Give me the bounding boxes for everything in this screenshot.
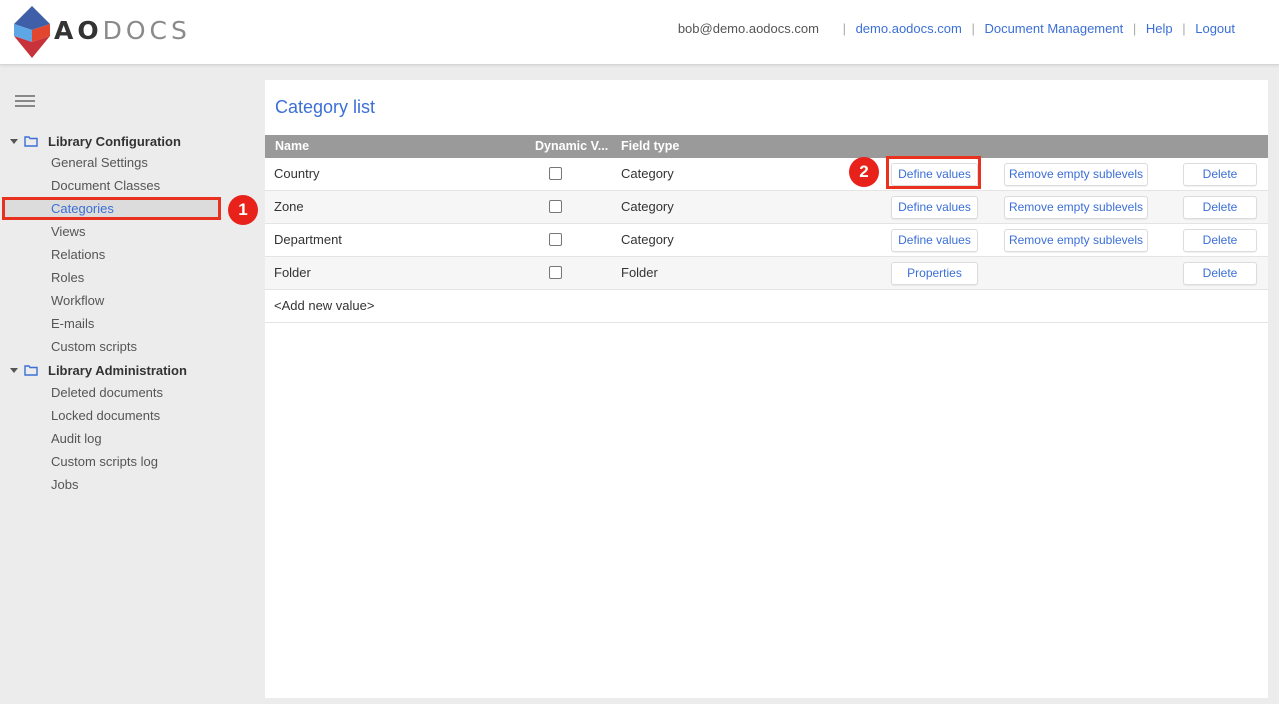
column-header-field-type[interactable]: Field type (621, 139, 679, 153)
column-header-dynamic[interactable]: Dynamic V... (535, 139, 608, 153)
logout-link[interactable]: Logout (1195, 21, 1235, 36)
sidebar-item-locked-documents[interactable]: Locked documents (51, 406, 160, 426)
section-library-configuration[interactable]: Library Configuration (10, 131, 181, 151)
row-name: Department (274, 232, 342, 247)
table-row: Zone Category Define values Remove empty… (265, 191, 1268, 224)
sidebar-item-custom-scripts-log[interactable]: Custom scripts log (51, 452, 158, 472)
folder-icon (24, 364, 38, 376)
help-link[interactable]: Help (1146, 21, 1173, 36)
annotation-badge-2: 2 (849, 157, 879, 187)
top-links: bob@demo.aodocs.com | demo.aodocs.com | … (677, 21, 1235, 36)
row-field-type: Category (621, 166, 674, 181)
dynamic-checkbox[interactable] (549, 167, 562, 180)
user-email: bob@demo.aodocs.com (677, 21, 819, 36)
caret-down-icon (10, 138, 18, 144)
sidebar-item-categories[interactable]: Categories (51, 199, 114, 219)
sidebar-item-jobs[interactable]: Jobs (51, 475, 78, 495)
delete-button[interactable]: Delete (1183, 196, 1257, 219)
caret-down-icon (10, 367, 18, 373)
logo-wordmark: AODOCS (54, 16, 191, 45)
row-field-type: Category (621, 232, 674, 247)
sidebar: Library Configuration General Settings D… (0, 65, 258, 704)
properties-button[interactable]: Properties (891, 262, 978, 285)
dynamic-checkbox[interactable] (549, 266, 562, 279)
delete-button[interactable]: Delete (1183, 229, 1257, 252)
define-values-button[interactable]: Define values (891, 163, 978, 186)
add-new-row: <Add new value> (265, 290, 1268, 323)
remove-empty-sublevels-button[interactable]: Remove empty sublevels (1004, 196, 1148, 219)
table-row: Department Category Define values Remove… (265, 224, 1268, 257)
sidebar-item-document-classes[interactable]: Document Classes (51, 176, 160, 196)
table-header: Name Dynamic V... Field type (265, 135, 1268, 158)
menu-icon[interactable] (15, 95, 35, 107)
main-panel: Category list Name Dynamic V... Field ty… (265, 80, 1268, 698)
column-header-name[interactable]: Name (275, 139, 309, 153)
delete-button[interactable]: Delete (1183, 163, 1257, 186)
sidebar-item-workflow[interactable]: Workflow (51, 291, 104, 311)
row-field-type: Folder (621, 265, 658, 280)
delete-button[interactable]: Delete (1183, 262, 1257, 285)
sidebar-item-audit-log[interactable]: Audit log (51, 429, 102, 449)
dynamic-checkbox[interactable] (549, 233, 562, 246)
row-name: Folder (274, 265, 311, 280)
sidebar-item-roles[interactable]: Roles (51, 268, 84, 288)
document-management-link[interactable]: Document Management (984, 21, 1123, 36)
sidebar-item-custom-scripts[interactable]: Custom scripts (51, 337, 137, 357)
remove-empty-sublevels-button[interactable]: Remove empty sublevels (1004, 229, 1148, 252)
add-new-value-link[interactable]: <Add new value> (274, 298, 374, 313)
define-values-button[interactable]: Define values (891, 196, 978, 219)
sidebar-item-general-settings[interactable]: General Settings (51, 153, 148, 173)
row-field-type: Category (621, 199, 674, 214)
domain-link[interactable]: demo.aodocs.com (856, 21, 962, 36)
annotation-badge-1: 1 (228, 195, 258, 225)
app-header: AODOCS bob@demo.aodocs.com | demo.aodocs… (0, 0, 1279, 65)
row-name: Zone (274, 199, 304, 214)
sidebar-item-emails[interactable]: E-mails (51, 314, 94, 334)
category-table: Name Dynamic V... Field type Country Cat… (265, 135, 1268, 323)
dynamic-checkbox[interactable] (549, 200, 562, 213)
sidebar-item-views[interactable]: Views (51, 222, 85, 242)
folder-icon (24, 135, 38, 147)
define-values-button[interactable]: Define values (891, 229, 978, 252)
section-library-administration[interactable]: Library Administration (10, 360, 187, 380)
page-title: Category list (275, 97, 376, 117)
remove-empty-sublevels-button[interactable]: Remove empty sublevels (1004, 163, 1148, 186)
table-row: Country Category Define values Remove em… (265, 158, 1268, 191)
sidebar-item-relations[interactable]: Relations (51, 245, 105, 265)
sidebar-item-deleted-documents[interactable]: Deleted documents (51, 383, 163, 403)
table-row: Folder Folder Properties Delete (265, 257, 1268, 290)
row-name: Country (274, 166, 320, 181)
